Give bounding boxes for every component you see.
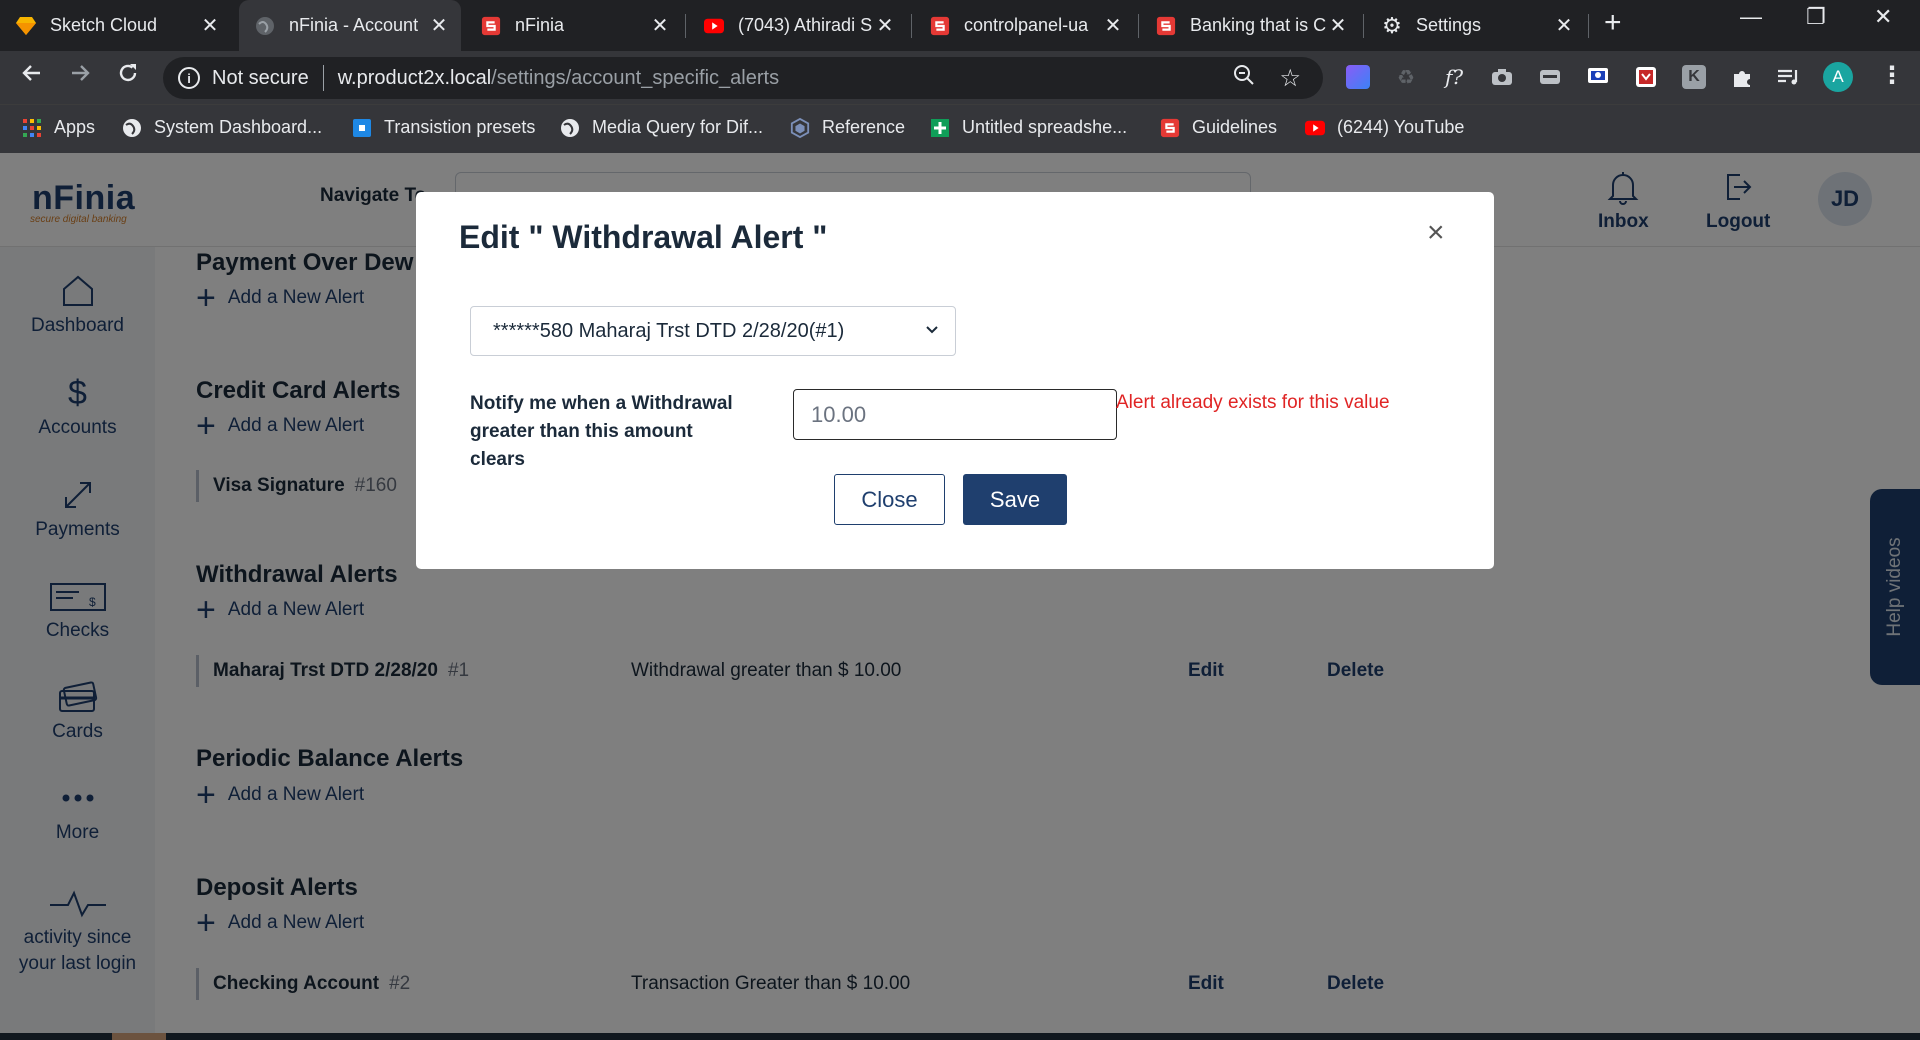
extension-gradient-icon[interactable]	[1346, 65, 1370, 89]
bookmark-youtube[interactable]: (6244) YouTube	[1305, 117, 1464, 138]
tab-title: nFinia - Account	[289, 15, 419, 35]
account-select[interactable]: ******580 Maharaj Trst DTD 2/28/20(#1)	[470, 306, 956, 356]
bookmark-label: Reference	[822, 117, 906, 137]
bookmark-transition-presets[interactable]: Transistion presets	[352, 117, 535, 138]
tab-title: (7043) Athiradi S	[738, 15, 873, 35]
browser-toolbar: i Not secure w.product2x.local/settings/…	[0, 51, 1920, 104]
extensions-puzzle-icon[interactable]	[1730, 65, 1754, 89]
back-button[interactable]	[20, 61, 44, 92]
reload-icon	[119, 64, 137, 82]
close-button[interactable]: Close	[834, 474, 945, 525]
bookmark-label: Media Query for Dif...	[592, 117, 764, 137]
globe-icon	[255, 16, 275, 36]
extension-recycle-icon[interactable]: ♻	[1394, 65, 1418, 89]
tab-nfinia[interactable]: nFinia ✕	[465, 0, 682, 51]
red-s-icon	[1160, 118, 1180, 138]
bookmarks-bar: Apps System Dashboard... Transistion pre…	[0, 104, 1920, 153]
tab-title: controlpanel-ua	[964, 15, 1089, 35]
red-s-icon	[481, 16, 501, 36]
extension-screen-icon[interactable]	[1586, 65, 1610, 89]
tab-title: Sketch Cloud	[50, 15, 158, 35]
tab-title: Banking that is C	[1190, 15, 1326, 35]
zoom-icon[interactable]	[1233, 64, 1255, 92]
extension-k-icon[interactable]: K	[1682, 65, 1706, 89]
tab-title: Settings	[1416, 15, 1482, 35]
url-host: w.product2x.local	[337, 66, 492, 89]
youtube-icon	[1305, 118, 1325, 138]
extension-font-icon[interactable]: f?	[1442, 65, 1466, 89]
save-button[interactable]: Save	[963, 474, 1067, 525]
back-arrow-icon	[22, 65, 40, 81]
bookmark-label: Transistion presets	[384, 117, 536, 137]
bookmark-label: Untitled spreadshe...	[962, 117, 1128, 137]
bookmark-reference[interactable]: Reference	[790, 117, 905, 138]
close-icon[interactable]: ×	[1427, 216, 1445, 250]
sketch-diamond-icon	[16, 16, 36, 36]
url-path: /settings/account_specific_alerts	[491, 66, 780, 89]
close-window-button[interactable]: ✕	[1874, 4, 1892, 30]
reload-button[interactable]	[116, 61, 140, 92]
tab-controlpanel[interactable]: controlpanel-ua ✕	[914, 0, 1135, 51]
tab-youtube-athiradi[interactable]: (7043) Athiradi S ✕	[688, 0, 907, 51]
modal-title: Edit " Withdrawal Alert "	[459, 219, 828, 255]
notify-label: Notify me when a Withdrawal greater than…	[470, 393, 733, 470]
forward-button[interactable]	[68, 61, 92, 92]
minimize-button[interactable]: —	[1740, 4, 1762, 30]
bookmark-label: Apps	[54, 117, 96, 137]
bookmark-label: System Dashboard...	[154, 117, 323, 137]
blue-square-icon	[352, 118, 372, 138]
browser-tab-bar: Sketch Cloud ✕ nFinia - Account ✕ nFinia…	[0, 0, 1920, 51]
youtube-icon	[704, 16, 724, 36]
bookmark-apps[interactable]: Apps	[22, 117, 95, 138]
amount-error-message: Alert already exists for this value	[1116, 392, 1390, 413]
tab-title: nFinia	[515, 15, 565, 35]
forward-arrow-icon	[72, 65, 90, 81]
browser-menu-icon[interactable]: ⋮	[1880, 61, 1904, 90]
extension-shield-icon[interactable]	[1634, 65, 1658, 89]
chevron-down-icon	[923, 320, 941, 344]
globe-icon	[560, 118, 580, 138]
security-label: Not secure	[212, 66, 309, 89]
extension-camera-icon[interactable]	[1490, 65, 1514, 89]
red-s-icon	[930, 16, 950, 36]
tab-sketch-cloud[interactable]: Sketch Cloud ✕	[0, 0, 232, 51]
account-select-value: ******580 Maharaj Trst DTD 2/28/20(#1)	[493, 319, 845, 342]
bookmark-media-query[interactable]: Media Query for Dif...	[560, 117, 763, 138]
info-icon[interactable]: i	[178, 67, 200, 89]
close-tab-icon[interactable]: ✕	[873, 13, 897, 38]
apps-grid-icon	[22, 118, 42, 138]
close-tab-icon[interactable]: ✕	[427, 13, 451, 38]
bookmark-guidelines[interactable]: Guidelines	[1160, 117, 1277, 138]
close-tab-icon[interactable]: ✕	[1101, 13, 1125, 38]
close-tab-icon[interactable]: ✕	[648, 13, 672, 38]
red-s-icon	[1156, 16, 1176, 36]
close-tab-icon[interactable]: ✕	[1552, 13, 1576, 38]
hexagon-icon	[790, 117, 810, 138]
gear-icon: ⚙	[1382, 12, 1402, 38]
new-tab-button[interactable]: +	[1604, 6, 1622, 40]
tab-nfinia-account[interactable]: nFinia - Account ✕	[239, 0, 461, 51]
bookmark-system-dashboard[interactable]: System Dashboard...	[122, 117, 322, 138]
restore-button[interactable]: ❐	[1806, 4, 1826, 30]
media-queue-icon[interactable]	[1776, 65, 1800, 89]
tab-banking[interactable]: Banking that is C ✕	[1140, 0, 1360, 51]
extension-card-icon[interactable]	[1538, 65, 1562, 89]
amount-input[interactable]	[793, 389, 1117, 440]
edit-alert-modal: Edit " Withdrawal Alert " × ******580 Ma…	[416, 192, 1494, 569]
tab-settings[interactable]: ⚙ Settings ✕	[1366, 0, 1586, 51]
profile-avatar[interactable]: A	[1823, 62, 1853, 92]
address-bar[interactable]: i Not secure w.product2x.local/settings/…	[163, 57, 1323, 99]
bookmark-untitled-spreadsheet[interactable]: Untitled spreadshe...	[930, 117, 1127, 138]
close-tab-icon[interactable]: ✕	[1326, 13, 1350, 38]
bookmark-label: (6244) YouTube	[1337, 117, 1465, 137]
bookmark-label: Guidelines	[1192, 117, 1278, 137]
bookmark-star-icon[interactable]: ☆	[1279, 64, 1301, 93]
sheets-plus-icon	[930, 118, 950, 138]
globe-icon	[122, 118, 142, 138]
close-tab-icon[interactable]: ✕	[198, 13, 222, 38]
